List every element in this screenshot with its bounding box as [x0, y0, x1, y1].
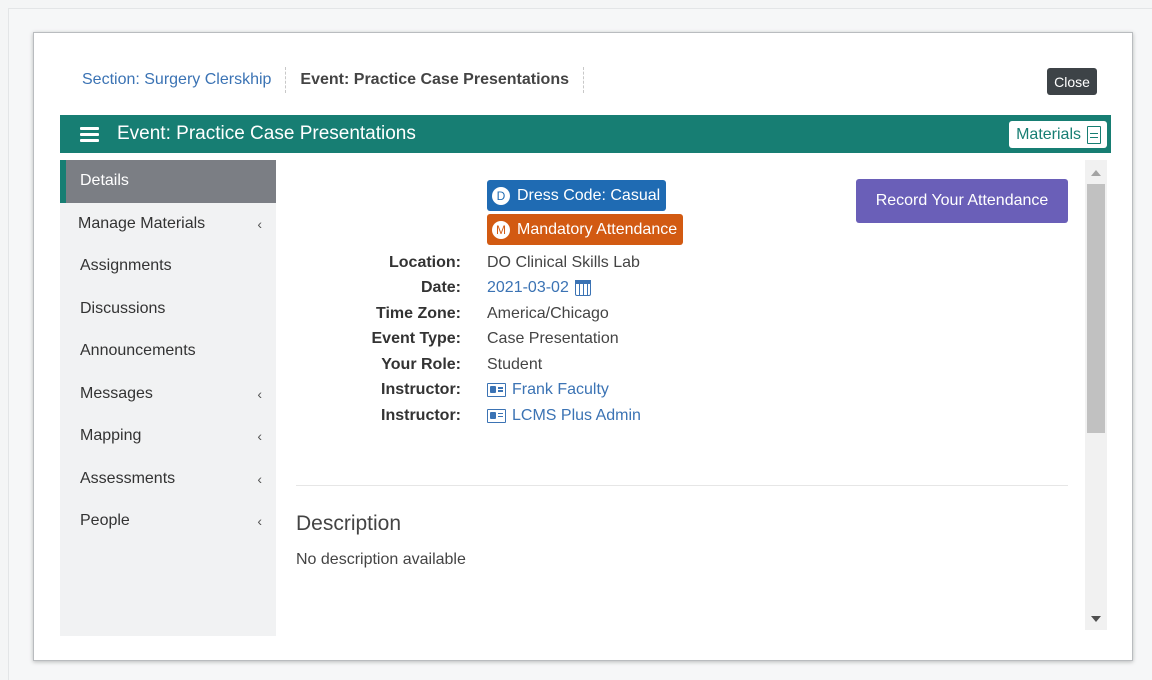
- sidebar-nav: Details Manage Materials ‹ Assignments D…: [60, 160, 276, 636]
- sidebar-item-label: Assignments: [80, 257, 172, 275]
- materials-button[interactable]: Materials: [1009, 121, 1107, 148]
- document-icon: [1087, 125, 1101, 144]
- breadcrumb-current-event: Event: Practice Case Presentations: [300, 71, 569, 88]
- materials-button-label: Materials: [1016, 125, 1081, 143]
- dress-code-letter-icon: D: [492, 186, 510, 205]
- sidebar-item-details[interactable]: Details: [60, 160, 276, 203]
- your-role-value: Student: [487, 355, 543, 373]
- detail-row-event-type: Event Type: Case Presentation: [296, 327, 641, 353]
- scroll-up-arrow-icon[interactable]: [1091, 170, 1101, 176]
- sidebar-item-announcements[interactable]: Announcements: [60, 330, 276, 373]
- record-attendance-button[interactable]: Record Your Attendance: [856, 179, 1068, 223]
- scroll-down-arrow-icon[interactable]: [1091, 616, 1101, 622]
- sidebar-item-label: Manage Materials: [78, 214, 206, 232]
- detail-label: Your Role:: [381, 355, 461, 373]
- sidebar-item-messages[interactable]: Messages ‹: [60, 373, 276, 416]
- close-button[interactable]: Close: [1047, 68, 1097, 95]
- mandatory-letter-icon: M: [492, 220, 510, 239]
- detail-row-instructor: Instructor: LCMS Plus Admin: [296, 403, 641, 429]
- chevron-left-icon: ‹: [257, 215, 262, 232]
- section-divider: [296, 485, 1068, 486]
- sidebar-item-people[interactable]: People ‹: [60, 500, 276, 543]
- detail-row-date: Date: 2021-03-02: [296, 276, 641, 302]
- event-header-title: Event: Practice Case Presentations: [117, 123, 416, 144]
- vertical-scrollbar[interactable]: [1085, 160, 1107, 630]
- chevron-left-icon: ‹: [257, 385, 262, 402]
- instructor-name: LCMS Plus Admin: [512, 406, 641, 424]
- detail-row-location: Location: DO Clinical Skills Lab: [296, 250, 641, 276]
- hamburger-icon[interactable]: [80, 126, 99, 142]
- contact-card-icon: [487, 408, 506, 423]
- sidebar-item-label: Discussions: [80, 299, 166, 317]
- description-text: No description available: [296, 551, 466, 568]
- event-details-list: Location: DO Clinical Skills Lab Date: 2…: [296, 250, 641, 429]
- date-value: 2021-03-02: [487, 279, 569, 297]
- instructor-name: Frank Faculty: [512, 381, 609, 399]
- sidebar-item-assessments[interactable]: Assessments ‹: [60, 458, 276, 501]
- time-zone-value: America/Chicago: [487, 304, 609, 322]
- detail-row-instructor: Instructor: Frank Faculty: [296, 378, 641, 404]
- instructor-link[interactable]: LCMS Plus Admin: [487, 407, 641, 425]
- description-heading: Description: [296, 512, 402, 535]
- breadcrumb-section-link[interactable]: Section: Surgery Clerskhip: [82, 67, 285, 93]
- sidebar-item-manage-materials[interactable]: Manage Materials ‹: [60, 203, 276, 246]
- contact-card-icon: [487, 383, 506, 398]
- sidebar-item-label: Assessments: [80, 469, 176, 487]
- calendar-icon: [574, 280, 591, 297]
- scrollbar-thumb[interactable]: [1087, 184, 1105, 433]
- detail-label: Date:: [420, 279, 461, 297]
- detail-label: Location:: [389, 253, 461, 271]
- sidebar-item-discussions[interactable]: Discussions: [60, 288, 276, 331]
- event-details-panel: D Dress Code: Casual M Mandatory Attenda…: [296, 160, 1068, 636]
- instructor-link[interactable]: Frank Faculty: [487, 381, 609, 399]
- chevron-left-icon: ‹: [257, 470, 262, 487]
- detail-label: Instructor:: [381, 406, 461, 424]
- event-header-bar: Event: Practice Case Presentations Mater…: [60, 115, 1111, 153]
- detail-row-time-zone: Time Zone: America/Chicago: [296, 301, 641, 327]
- breadcrumb: Section: Surgery Clerskhip Event: Practi…: [82, 67, 584, 93]
- dress-code-badge: D Dress Code: Casual: [487, 180, 667, 211]
- chevron-left-icon: ‹: [257, 513, 262, 530]
- mandatory-attendance-label: Mandatory Attendance: [517, 220, 678, 238]
- sidebar-item-assignments[interactable]: Assignments: [60, 245, 276, 288]
- location-value: DO Clinical Skills Lab: [487, 253, 640, 271]
- sidebar-item-label: Messages: [80, 384, 153, 402]
- detail-label: Event Type:: [371, 330, 462, 348]
- breadcrumb-separator: [582, 67, 584, 93]
- event-modal: Section: Surgery Clerskhip Event: Practi…: [33, 32, 1133, 661]
- detail-label: Time Zone:: [375, 304, 461, 322]
- mandatory-attendance-badge: M Mandatory Attendance: [487, 214, 684, 245]
- dress-code-label: Dress Code: Casual: [517, 186, 661, 204]
- sidebar-item-label: People: [80, 512, 130, 530]
- sidebar-item-label: Mapping: [80, 427, 142, 445]
- detail-row-your-role: Your Role: Student: [296, 352, 641, 378]
- chevron-left-icon: ‹: [257, 428, 262, 445]
- event-type-value: Case Presentation: [487, 330, 619, 348]
- date-link[interactable]: 2021-03-02: [487, 279, 591, 297]
- sidebar-item-mapping[interactable]: Mapping ‹: [60, 415, 276, 458]
- sidebar-item-label: Details: [80, 172, 129, 190]
- sidebar-item-label: Announcements: [80, 342, 196, 360]
- detail-label: Instructor:: [381, 381, 461, 399]
